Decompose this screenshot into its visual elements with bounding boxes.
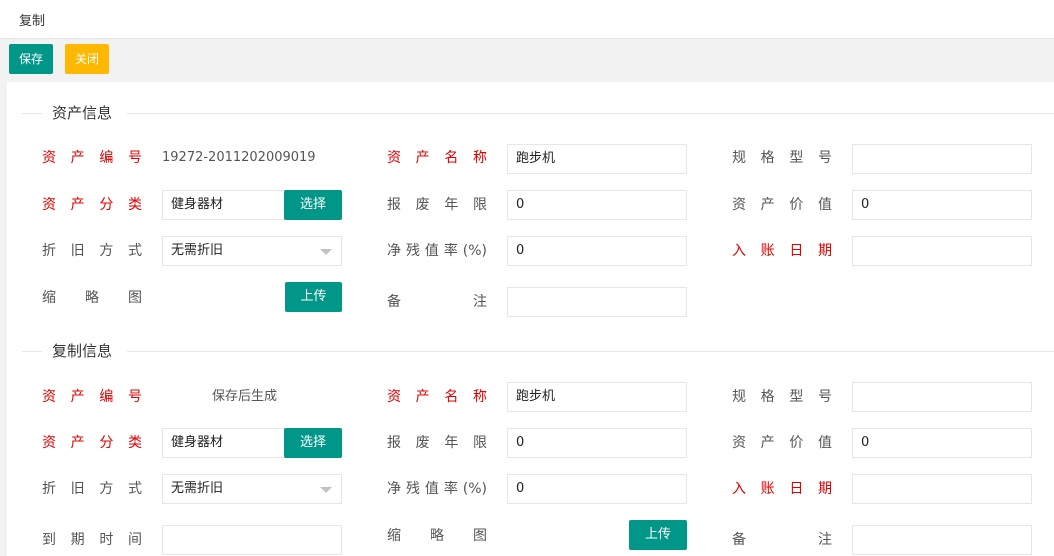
asset-value-input[interactable]: 0 (852, 428, 1032, 458)
category-label: 资产分类 (42, 197, 142, 213)
chevron-down-icon (320, 487, 332, 493)
category-select-button[interactable]: 选择 (284, 428, 342, 458)
asset-no-value: 保存后生成 (212, 389, 278, 404)
asset-no-value: 19272-2011202009019 (162, 150, 316, 165)
residual-rate-input[interactable]: 0 (507, 474, 687, 504)
spec-label: 规格型号 (732, 389, 832, 405)
category-select-button[interactable]: 选择 (284, 190, 342, 220)
entry-date-input[interactable] (852, 236, 1032, 266)
section-title: 资产信息 (52, 104, 113, 122)
asset-value-input[interactable]: 0 (852, 190, 1032, 220)
thumbnail-label: 缩略图 (387, 528, 487, 544)
asset-value-label: 资产价值 (732, 197, 832, 213)
form-content: 资产信息 资产编号 19272-2011202009019 资产名称 跑步机 规… (7, 82, 1054, 556)
close-button[interactable]: 关闭 (65, 44, 109, 74)
remark-input[interactable] (507, 287, 687, 317)
asset-no-label: 资产编号 (42, 150, 142, 166)
asset-name-label: 资产名称 (387, 389, 487, 405)
upload-button[interactable]: 上传 (285, 282, 342, 312)
scrap-years-input[interactable]: 0 (507, 190, 687, 220)
entry-date-label: 入账日期 (732, 243, 832, 259)
entry-date-input[interactable] (852, 474, 1032, 504)
asset-name-label: 资产名称 (387, 150, 487, 166)
page-title: 复制 (19, 14, 46, 29)
scrap-years-label: 报废年限 (387, 197, 487, 213)
asset-no-label: 资产编号 (42, 389, 142, 405)
save-button[interactable]: 保存 (9, 44, 53, 74)
depreciation-label: 折旧方式 (42, 481, 142, 497)
thumbnail-label: 缩略图 (42, 290, 142, 306)
residual-rate-input[interactable]: 0 (507, 236, 687, 266)
category-input[interactable]: 健身器材 (162, 428, 285, 458)
expire-input[interactable] (162, 525, 342, 555)
asset-name-input[interactable]: 跑步机 (507, 144, 687, 174)
scrap-years-input[interactable]: 0 (507, 428, 687, 458)
section-copy-info-legend: 复制信息 (7, 341, 1054, 361)
section-title: 复制信息 (52, 342, 113, 360)
scrap-years-label: 报废年限 (387, 435, 487, 451)
residual-rate-label: 净残值率(%) (387, 481, 487, 497)
category-label: 资产分类 (42, 435, 142, 451)
remark-input[interactable] (852, 525, 1032, 555)
residual-rate-label: 净残值率(%) (387, 243, 487, 259)
spec-input[interactable] (852, 144, 1032, 174)
depreciation-select[interactable]: 无需折旧 (162, 236, 342, 266)
asset-value-label: 资产价值 (732, 435, 832, 451)
spec-label: 规格型号 (732, 150, 832, 166)
entry-date-label: 入账日期 (732, 481, 832, 497)
title-bar: 复制 (0, 0, 1054, 38)
chevron-down-icon (320, 249, 332, 255)
section-asset-info-legend: 资产信息 (7, 103, 1054, 123)
depreciation-select[interactable]: 无需折旧 (162, 474, 342, 504)
remark-label: 备注 (387, 294, 487, 310)
upload-button[interactable]: 上传 (629, 520, 687, 550)
depreciation-value: 无需折旧 (171, 243, 224, 258)
spec-input[interactable] (852, 382, 1032, 412)
asset-name-input[interactable]: 跑步机 (507, 382, 687, 412)
remark-label: 备注 (732, 532, 832, 548)
expire-label: 到期时间 (42, 532, 142, 548)
toolbar: 保存 关闭 (0, 38, 1054, 82)
depreciation-value: 无需折旧 (171, 481, 224, 496)
depreciation-label: 折旧方式 (42, 243, 142, 259)
category-input[interactable]: 健身器材 (162, 190, 285, 220)
